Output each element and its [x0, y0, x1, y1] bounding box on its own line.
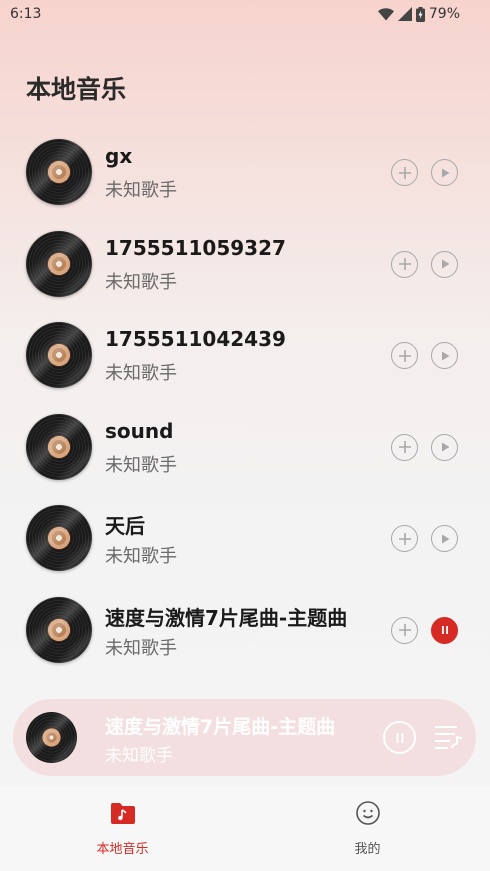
- song-row[interactable]: 天后 未知歌手: [0, 493, 490, 585]
- pause-button[interactable]: [431, 616, 458, 644]
- mini-player-pause-button[interactable]: [383, 721, 416, 754]
- song-artist: 未知歌手: [105, 637, 177, 659]
- status-bar: 6:13 79%: [0, 0, 490, 28]
- tab-label: 我的: [354, 842, 381, 857]
- vinyl-disc-icon: [26, 712, 77, 763]
- music-folder-icon: [110, 803, 135, 824]
- song-title: sound: [105, 418, 174, 443]
- vinyl-disc-icon: [26, 413, 92, 480]
- play-icon: [441, 168, 449, 177]
- add-to-playlist-button[interactable]: [391, 250, 418, 278]
- battery-icon: [415, 6, 425, 22]
- plus-icon: [398, 166, 411, 179]
- pause-icon: [396, 732, 403, 743]
- play-icon: [441, 442, 449, 452]
- song-row[interactable]: 1755511059327 未知歌手: [0, 219, 490, 311]
- playlist-icon[interactable]: [433, 725, 463, 751]
- play-button[interactable]: [431, 250, 458, 278]
- add-to-playlist-button[interactable]: [391, 159, 418, 186]
- song-list: gx 未知歌手 1755511059327 未知歌手 1755511042439…: [0, 127, 490, 676]
- plus-icon: [398, 349, 411, 362]
- wifi-icon: [377, 7, 394, 20]
- song-title: gx: [105, 144, 133, 168]
- tab-label: 本地音乐: [96, 842, 149, 857]
- play-icon: [441, 534, 449, 543]
- bottom-nav: 本地音乐 我的: [0, 787, 490, 871]
- song-row[interactable]: 1755511042439 未知歌手: [0, 310, 490, 402]
- mini-player[interactable]: 速度与激情7片尾曲-主题曲 未知歌手: [13, 699, 476, 776]
- song-title: 1755511042439: [105, 327, 286, 351]
- status-time: 6:13: [10, 6, 42, 22]
- status-icons: 79%: [377, 6, 460, 22]
- mini-player-artist: 未知歌手: [105, 746, 173, 766]
- play-button[interactable]: [431, 342, 458, 369]
- battery-percent: 79%: [428, 6, 460, 22]
- add-to-playlist-button[interactable]: [391, 525, 418, 552]
- vinyl-disc-icon: [26, 230, 92, 297]
- pause-icon: [441, 626, 448, 634]
- song-row[interactable]: gx 未知歌手: [0, 127, 490, 219]
- page-title: 本地音乐: [26, 75, 127, 104]
- tab-local-music[interactable]: 本地音乐: [0, 787, 245, 871]
- song-title: 天后: [105, 514, 145, 538]
- song-artist: 未知歌手: [105, 180, 177, 201]
- plus-icon: [398, 624, 411, 636]
- add-to-playlist-button[interactable]: [391, 616, 418, 644]
- song-title: 速度与激情7片尾曲-主题曲: [105, 605, 348, 630]
- song-title: 1755511059327: [105, 235, 286, 260]
- song-row[interactable]: sound 未知歌手: [0, 402, 490, 494]
- smiley-face-icon: [355, 801, 380, 825]
- signal-icon: [397, 7, 412, 21]
- vinyl-disc-icon: [26, 322, 92, 388]
- vinyl-disc-icon: [26, 139, 92, 205]
- vinyl-disc-icon: [26, 505, 92, 571]
- play-button[interactable]: [431, 159, 458, 186]
- add-to-playlist-button[interactable]: [391, 342, 418, 369]
- play-button[interactable]: [431, 525, 458, 552]
- play-icon: [441, 259, 449, 269]
- plus-icon: [398, 441, 411, 453]
- song-artist: 未知歌手: [105, 271, 177, 293]
- plus-icon: [398, 258, 411, 270]
- mini-player-title: 速度与激情7片尾曲-主题曲: [105, 716, 336, 738]
- song-artist: 未知歌手: [105, 363, 177, 384]
- vinyl-disc-icon: [26, 596, 92, 663]
- song-row[interactable]: 速度与激情7片尾曲-主题曲 未知歌手: [0, 585, 490, 677]
- play-icon: [441, 351, 449, 360]
- tab-mine[interactable]: 我的: [245, 787, 490, 871]
- add-to-playlist-button[interactable]: [391, 433, 418, 461]
- play-button[interactable]: [431, 433, 458, 461]
- song-artist: 未知歌手: [105, 546, 177, 567]
- plus-icon: [398, 532, 411, 545]
- song-artist: 未知歌手: [105, 454, 177, 476]
